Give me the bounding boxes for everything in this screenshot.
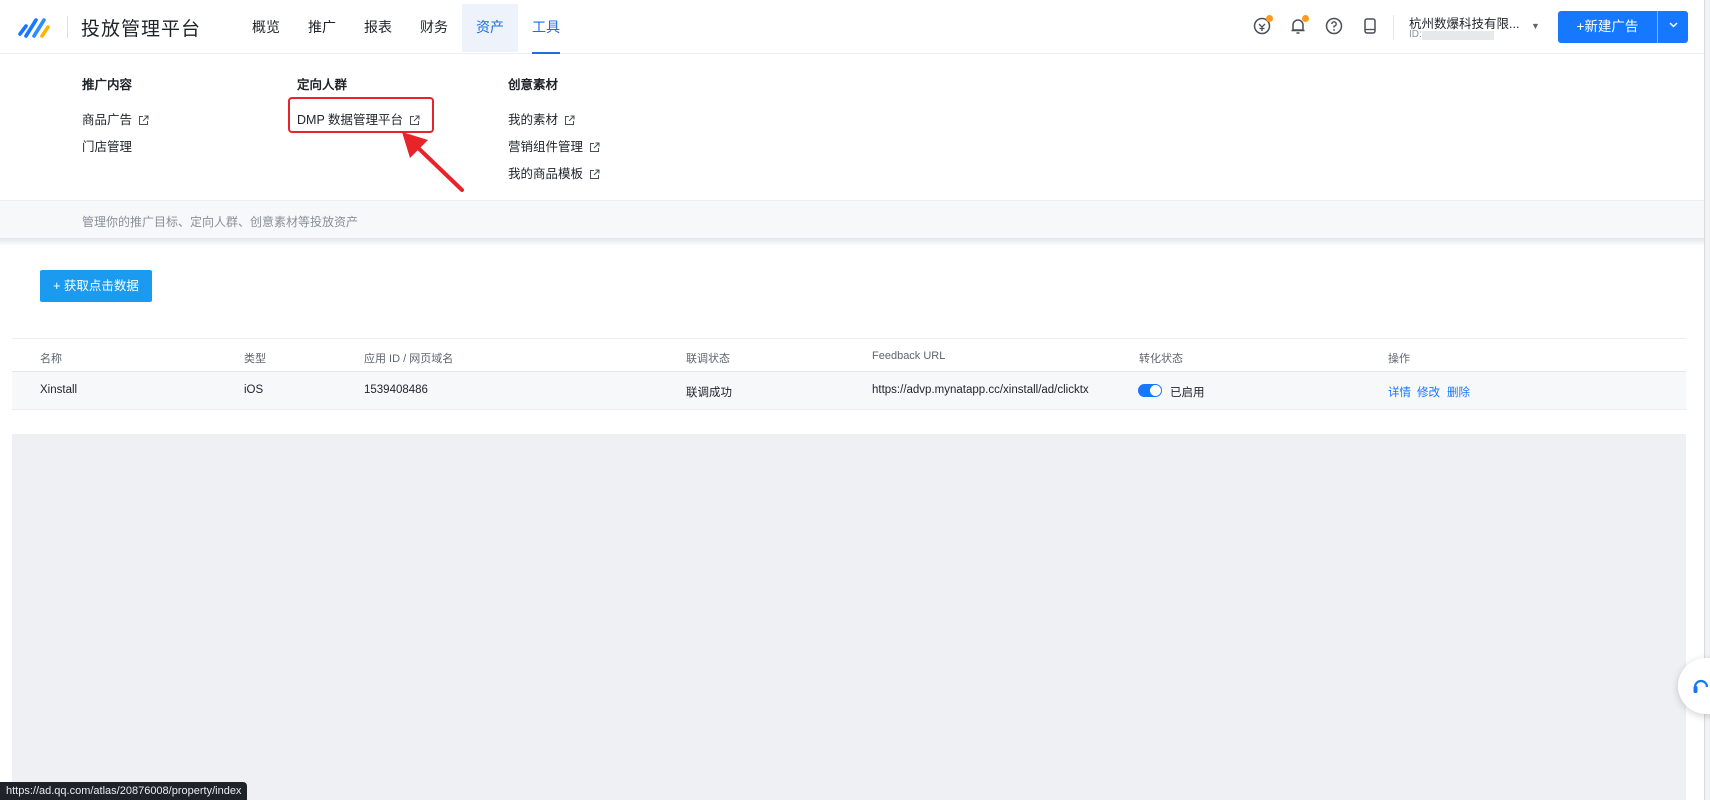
click-data-card: + 获取点击数据 名称 类型 应用 ID / 网页域名 联调状态 Feedbac…: [12, 246, 1686, 434]
column-header: 操作: [1388, 353, 1410, 365]
account-name[interactable]: 杭州数爆科技有限...: [1409, 13, 1519, 32]
external-link-icon: [565, 115, 575, 125]
header-tool-icons: [1252, 15, 1380, 36]
main-nav-tabs: 概览 推广 报表 财务 资产 工具: [238, 0, 574, 54]
brand-logo-icon[interactable]: [18, 14, 52, 40]
cell-conversion-status: 已启用: [1170, 387, 1205, 399]
menu-column-title: 创意素材: [508, 78, 559, 92]
tab-assets[interactable]: 资产: [462, 4, 518, 52]
tab-overview[interactable]: 概览: [238, 4, 294, 52]
external-link-icon: [590, 169, 600, 179]
account-id-masked: [1422, 31, 1494, 40]
caret-down-icon[interactable]: ▼: [1531, 21, 1540, 31]
external-link-icon: [139, 115, 149, 125]
brand-divider: [67, 16, 68, 38]
chevron-down-icon[interactable]: [1658, 11, 1688, 43]
new-ad-split-button: +新建广告: [1558, 11, 1688, 43]
page-content: + 获取点击数据 名称 类型 应用 ID / 网页域名 联调状态 Feedbac…: [12, 246, 1686, 800]
notification-dot: [1302, 15, 1309, 22]
external-link-icon: [590, 142, 600, 152]
new-ad-button[interactable]: +新建广告: [1558, 11, 1657, 43]
column-header: Feedback URL: [872, 350, 946, 362]
bell-icon[interactable]: [1288, 15, 1309, 36]
delete-link[interactable]: 删除: [1447, 384, 1470, 400]
annotation-arrow-icon: [402, 132, 464, 192]
table-row: Xinstall iOS 1539408486 联调成功 https://adv…: [12, 372, 1686, 410]
menu-item-marketing-components[interactable]: 营销组件管理: [508, 134, 600, 161]
menu-shadow: [0, 238, 1704, 246]
column-header: 应用 ID / 网页域名: [364, 353, 454, 365]
device-icon[interactable]: [1360, 16, 1380, 36]
menu-item-my-materials[interactable]: 我的素材: [508, 107, 600, 134]
mega-menu-description: 管理你的推广目标、定向人群、创意素材等投放资产: [82, 215, 359, 229]
tab-tools[interactable]: 工具: [518, 4, 574, 54]
menu-item-label: 门店管理: [82, 140, 133, 154]
help-icon[interactable]: [1324, 16, 1344, 36]
menu-item-product-templates[interactable]: 我的商品模板: [508, 161, 600, 188]
column-header: 联调状态: [686, 353, 730, 365]
app-window: 投放管理平台 概览 推广 报表 财务 资产 工具 杭州数爆科技有限... ID:…: [0, 0, 1710, 800]
account-divider: [1393, 15, 1394, 39]
notification-dot: [1266, 15, 1273, 22]
cell-type: iOS: [244, 384, 264, 396]
menu-item-label: 商品广告: [82, 113, 133, 127]
column-header: 类型: [244, 353, 266, 365]
headset-icon: [1693, 679, 1709, 693]
account-id-label: ID:: [1409, 29, 1422, 40]
menu-item-label: 我的商品模板: [508, 167, 584, 181]
tab-reports[interactable]: 报表: [350, 4, 406, 52]
menu-item-label: 我的素材: [508, 113, 559, 127]
coin-alert-icon[interactable]: [1252, 15, 1273, 36]
data-table: 名称 类型 应用 ID / 网页域名 联调状态 Feedback URL 转化状…: [12, 338, 1686, 410]
cell-debug-status: 联调成功: [686, 387, 732, 399]
menu-item-product-ads[interactable]: 商品广告: [82, 107, 149, 134]
fetch-click-data-button[interactable]: + 获取点击数据: [40, 270, 152, 302]
menu-column-creative: 创意素材 我的素材 营销组件管理 我的商品模板: [508, 74, 600, 188]
mega-menu-footer: 管理你的推广目标、定向人群、创意素材等投放资产: [0, 200, 1704, 238]
edit-link[interactable]: 修改: [1417, 384, 1440, 400]
menu-item-label: 营销组件管理: [508, 140, 584, 154]
column-header: 转化状态: [1139, 353, 1183, 365]
cell-name: Xinstall: [40, 384, 78, 396]
menu-column-title: 定向人群: [297, 78, 348, 92]
tab-promotion[interactable]: 推广: [294, 4, 350, 52]
menu-column-title: 推广内容: [82, 78, 133, 92]
platform-title: 投放管理平台: [81, 19, 202, 40]
cell-feedback-url: https://advp.mynatapp.cc/xinstall/ad/cli…: [872, 384, 1089, 396]
top-nav: 投放管理平台 概览 推广 报表 财务 资产 工具 杭州数爆科技有限... ID:…: [0, 0, 1704, 54]
cell-app-id: 1539408486: [364, 384, 428, 396]
conversion-toggle[interactable]: [1138, 384, 1162, 397]
tab-finance[interactable]: 财务: [406, 4, 462, 52]
menu-item-store-management[interactable]: 门店管理: [82, 134, 149, 161]
status-bar-url: https://ad.qq.com/atlas/20876008/propert…: [0, 782, 248, 800]
table-header: 名称 类型 应用 ID / 网页域名 联调状态 Feedback URL 转化状…: [12, 338, 1686, 372]
details-link[interactable]: 详情: [1388, 384, 1411, 400]
column-header: 名称: [40, 353, 62, 365]
assets-mega-menu: 推广内容 商品广告 门店管理 定向人群 DMP 数据管理平台 创意素材 我的素材: [0, 54, 1704, 200]
menu-column-promotion-content: 推广内容 商品广告 门店管理: [82, 74, 149, 161]
